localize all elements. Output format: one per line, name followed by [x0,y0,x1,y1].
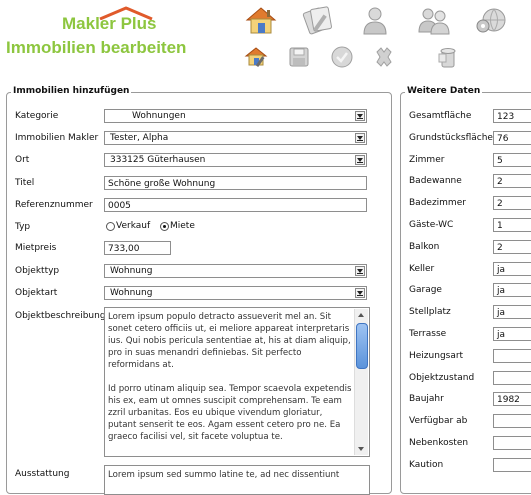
ort-select[interactable]: 333125 Güterhausen [104,153,367,167]
weitere-field-input[interactable] [493,349,531,363]
weitere-field-label: Nebenkosten [409,438,469,448]
weitere-field-input[interactable]: ja [493,327,531,341]
immobilien-hinzufuegen-legend: Immobilien hinzufügen [11,86,132,96]
weitere-field-label: Garage [409,285,442,295]
weitere-field-input[interactable]: 123 [493,109,531,123]
makler-select[interactable]: Tester, Alpha [104,131,367,145]
chevron-down-icon[interactable] [355,133,365,143]
objektbeschreibung-textarea[interactable]: Lorem ipsum populo detracto assueverit m… [104,307,370,457]
chevron-down-icon[interactable] [355,155,365,165]
weitere-field-label: Zimmer [409,155,445,165]
chevron-down-icon[interactable] [355,288,365,298]
weitere-field-input[interactable]: 5 [493,153,531,167]
weitere-daten-legend: Weitere Daten [405,86,483,96]
weitere-field-label: Keller [409,264,435,274]
mietpreis-label: Mietpreis [15,243,57,253]
weitere-field-label: Gäste-WC [409,220,454,230]
weitere-field-label: Grundstücksfläche [409,133,493,143]
weitere-field-input[interactable]: ja [493,283,531,297]
weitere-field-input[interactable]: 1982 [493,392,531,406]
typ-miete-label[interactable]: Miete [170,221,195,231]
objekttyp-value: Wohnung [110,266,153,276]
typ-label: Typ [15,222,31,232]
scroll-up-icon[interactable] [355,309,368,321]
objektart-value: Wohnung [110,288,153,298]
objektbeschreibung-label: Objektbeschreibung [15,311,106,321]
edit-document-icon[interactable] [300,4,334,36]
house-icon[interactable] [244,4,278,36]
weitere-field-input[interactable]: 76 [493,131,531,145]
ort-label: Ort [15,155,30,165]
house-edit-icon[interactable] [244,44,270,68]
delete-icon[interactable] [372,45,396,69]
weitere-field-input[interactable]: ja [493,305,531,319]
trash-icon[interactable] [436,45,460,69]
page-title: Immobilien bearbeiten [6,38,187,57]
makler-value: Tester, Alpha [110,133,169,143]
referenznummer-input[interactable]: 0005 [104,198,367,212]
titel-label: Titel [15,178,35,188]
typ-verkauf-radio[interactable] [106,222,115,231]
kategorie-value: Wohnungen [132,111,186,121]
user-icon[interactable] [358,4,392,36]
weitere-field-label: Badewanne [409,176,462,186]
referenznummer-label: Referenznummer [15,200,93,210]
weitere-field-input[interactable] [493,436,531,450]
chevron-down-icon[interactable] [355,111,365,121]
weitere-field-label: Balkon [409,242,440,252]
chevron-down-icon[interactable] [355,266,365,276]
weitere-field-label: Stellplatz [409,307,451,317]
weitere-field-input[interactable]: 2 [493,174,531,188]
save-icon[interactable] [288,46,310,68]
logo: Makler Plus [62,14,157,33]
weitere-field-input[interactable]: ja [493,262,531,276]
kategorie-select[interactable]: Wohnungen [104,109,367,123]
objekttyp-select[interactable]: Wohnung [104,264,367,278]
objektart-select[interactable]: Wohnung [104,286,367,300]
ausstattung-text: Lorem ipsum sed summo latine te, ad nec … [108,470,340,480]
weitere-field-label: Badezimmer [409,198,466,208]
ausstattung-label: Ausstattung [15,469,70,479]
weitere-field-label: Heizungsart [409,351,464,361]
titel-input[interactable]: Schöne große Wohnung [104,176,367,190]
mietpreis-input[interactable]: 733,00 [104,241,171,255]
typ-verkauf-label[interactable]: Verkauf [116,221,150,231]
ausstattung-textarea[interactable]: Lorem ipsum sed summo latine te, ad nec … [104,465,370,495]
users-icon[interactable] [416,4,452,36]
weitere-field-input[interactable] [493,371,531,385]
ort-value: 333125 Güterhausen [110,155,206,165]
scrollbar-thumb[interactable] [356,323,368,369]
weitere-field-label: Objektzustand [409,373,475,383]
settings-globe-icon[interactable] [474,4,510,36]
weitere-field-label: Verfügbar ab [409,416,468,426]
scroll-down-icon[interactable] [355,443,368,455]
ok-icon[interactable] [330,45,354,69]
objekttyp-label: Objekttyp [15,266,60,276]
weitere-field-label: Gesamtfläche [409,111,472,121]
weitere-field-input[interactable]: 2 [493,240,531,254]
scrollbar[interactable] [354,309,368,455]
weitere-field-input[interactable]: 2 [493,196,531,210]
weitere-field-input[interactable]: 1 [493,218,531,232]
weitere-field-label: Kaution [409,460,444,470]
weitere-field-label: Terrasse [409,329,447,339]
makler-label: Immobilien Makler [15,133,99,143]
objektart-label: Objektart [15,288,58,298]
kategorie-label: Kategorie [15,111,59,121]
weitere-field-input[interactable] [493,414,531,428]
weitere-field-label: Baujahr [409,394,444,404]
objektbeschreibung-text: Lorem ipsum populo detracto assueverit m… [108,312,352,442]
typ-miete-radio[interactable] [160,222,169,231]
weitere-field-input[interactable] [493,458,531,472]
